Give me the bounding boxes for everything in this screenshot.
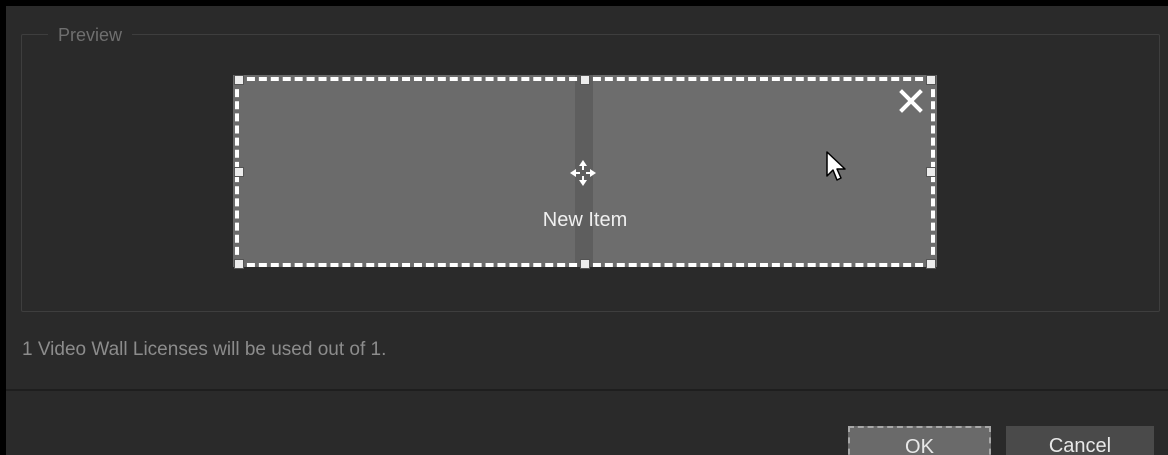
resize-handle-top-center[interactable] <box>580 75 590 85</box>
preview-legend: Preview <box>48 24 133 46</box>
resize-handle-middle-left[interactable] <box>234 167 244 177</box>
license-usage-text: 1 Video Wall Licenses will be used out o… <box>22 339 387 360</box>
ok-button[interactable]: OK <box>848 426 991 455</box>
footer-divider <box>6 389 1168 391</box>
move-icon[interactable] <box>568 158 598 188</box>
resize-handle-top-left[interactable] <box>234 75 244 85</box>
resize-handle-bottom-center[interactable] <box>580 259 590 269</box>
resize-handle-bottom-left[interactable] <box>234 259 244 269</box>
resize-handle-top-right[interactable] <box>926 75 936 85</box>
resize-handle-bottom-right[interactable] <box>926 259 936 269</box>
screen-right[interactable] <box>593 75 937 267</box>
screen-left[interactable] <box>233 75 575 267</box>
cancel-button[interactable]: Cancel <box>1006 426 1154 455</box>
video-wall-dialog: Preview New Item 1 Video Wall Licenses w… <box>6 6 1168 455</box>
item-label: New Item <box>542 209 628 231</box>
close-icon[interactable] <box>897 87 925 115</box>
resize-handle-middle-right[interactable] <box>926 167 936 177</box>
mouse-pointer-icon <box>826 151 846 181</box>
